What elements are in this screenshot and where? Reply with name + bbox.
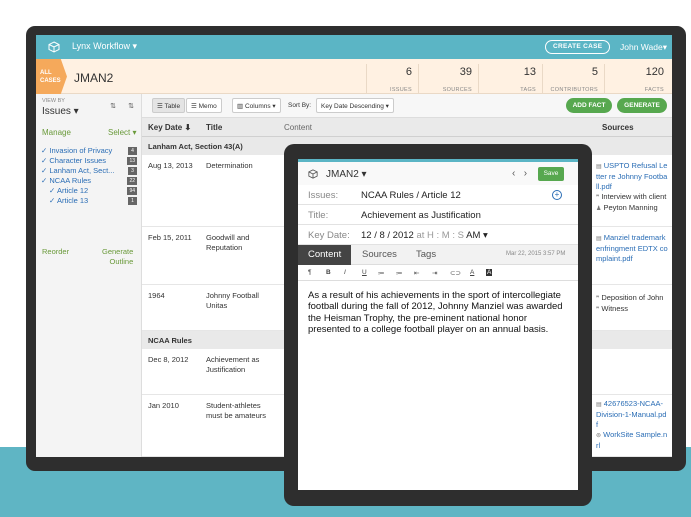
timestamp: Mar 22, 2015 3:57 PM xyxy=(506,251,566,257)
source-item[interactable]: ❞ Deposition of John xyxy=(596,293,668,304)
reorder-link[interactable]: Reorder xyxy=(42,247,69,256)
tab-content[interactable]: Content xyxy=(298,245,352,265)
document-icon: ▤ xyxy=(596,164,602,170)
cube-icon xyxy=(308,169,318,179)
top-bar: Lynx Workflow ▾ CREATE CASE John Wade▾ xyxy=(36,35,672,59)
source-link[interactable]: ⊚ WorkSite Sample.nrl xyxy=(596,430,668,451)
source-item[interactable]: ❞ Witness xyxy=(596,304,668,315)
document-icon: ▤ xyxy=(596,402,602,408)
save-button[interactable]: Save xyxy=(538,167,564,181)
italic-icon[interactable]: I xyxy=(344,269,346,276)
indent-icon[interactable]: ⇥ xyxy=(432,269,437,277)
generate-outline-link[interactable]: Generate Outline xyxy=(102,247,133,267)
case-bar: ALL CASES JMAN2 6 ISSUES 39 SOURCES 13 TAGS … xyxy=(36,59,672,94)
add-fact-button[interactable]: ADD FACT xyxy=(566,98,612,113)
quote-icon: ❞ xyxy=(596,195,600,201)
issue-lanham-act[interactable]: ✓ Lanham Act, Sect... 3 xyxy=(41,166,139,176)
person-icon: ♟ xyxy=(596,206,602,212)
key-date-field[interactable]: Key Date: 12 / 8 / 2012 at H : M : S AM ▾ xyxy=(298,225,578,245)
sources-cell: ❞ Deposition of John ❞ Witness xyxy=(596,293,668,315)
issue-article-12[interactable]: ✓ Article 12 94 xyxy=(41,186,139,196)
detail-header: JMAN2 ▾ ‹ › Save xyxy=(298,159,578,185)
sort-descending-icon[interactable]: ⇅ xyxy=(124,100,138,114)
source-link[interactable]: ▤ Manziel trademark enfringment EDTX com… xyxy=(596,233,668,264)
sources-cell: ▤ 42676523-NCAA-Division-1-Manual.pdf ⊚ … xyxy=(596,399,668,451)
text-color-icon[interactable]: A xyxy=(470,269,474,276)
stat-facts[interactable]: 120 FACTS xyxy=(604,64,670,94)
tab-sources[interactable]: Sources xyxy=(352,245,407,265)
prev-next: ‹ › xyxy=(512,168,527,179)
table-view-button[interactable]: ☰ Table xyxy=(152,98,186,113)
cube-logo-icon xyxy=(48,41,60,53)
detail-tabs: Content Sources Tags Mar 22, 2015 3:57 P… xyxy=(298,245,578,265)
issue-invasion-of-privacy[interactable]: ✓ Invasion of Privacy 4 xyxy=(41,146,139,156)
bold-icon[interactable]: B xyxy=(326,269,331,276)
key-date-column-header[interactable]: Key Date ⬇ xyxy=(148,123,191,132)
sort-by-label: Sort By: xyxy=(288,102,312,109)
source-link[interactable]: ▤ USPTO Refusal Letter re Johnny Footbal… xyxy=(596,161,668,192)
sort-by-select[interactable]: Key Date Descending ▾ xyxy=(316,98,394,113)
columns-menu[interactable]: ▥ Columns ▾ xyxy=(232,98,281,113)
source-link[interactable]: ▤ 42676523-NCAA-Division-1-Manual.pdf xyxy=(596,399,668,430)
source-item[interactable]: ❞ Interview with client xyxy=(596,192,668,203)
issue-ncaa-rules[interactable]: ✓ NCAA Rules 22 xyxy=(41,176,139,186)
stat-contributors[interactable]: 5 CONTRIBUTORS xyxy=(542,64,604,94)
generate-button[interactable]: GENERATE xyxy=(617,98,667,113)
select-menu[interactable]: Select ▾ xyxy=(108,128,136,137)
table-header: Key Date ⬇ Title Content Sources xyxy=(142,118,672,137)
issues-field[interactable]: Issues: NCAA Rules / Article 12 + xyxy=(298,185,578,205)
outdent-icon[interactable]: ⇤ xyxy=(414,269,419,277)
view-by-select[interactable]: Issues ▾ xyxy=(42,106,79,117)
link-icon: ⊚ xyxy=(596,433,602,439)
chevron-left-icon[interactable]: ‹ xyxy=(512,168,515,179)
content-editor[interactable]: As a result of his achievements in the s… xyxy=(308,290,570,335)
stat-tags[interactable]: 13 TAGS xyxy=(478,64,542,94)
numbered-list-icon[interactable]: ≔ xyxy=(396,269,403,277)
memo-view-button[interactable]: ☰ Memo xyxy=(186,98,222,113)
quote-icon: ❞ xyxy=(596,296,600,302)
title-column-header[interactable]: Title xyxy=(206,123,222,132)
toolbar: ☰ Table ☰ Memo ▥ Columns ▾ Sort By: Key … xyxy=(142,94,672,118)
source-item[interactable]: ♟ Peyton Manning xyxy=(596,203,668,214)
issue-article-13[interactable]: ✓ Article 13 1 xyxy=(41,196,139,206)
case-select[interactable]: JMAN2 ▾ xyxy=(326,169,367,180)
stat-issues[interactable]: 6 ISSUES xyxy=(366,64,418,94)
stat-sources[interactable]: 39 SOURCES xyxy=(418,64,478,94)
tab-tags[interactable]: Tags xyxy=(406,245,446,265)
content-column-header[interactable]: Content xyxy=(284,123,312,132)
workflow-menu[interactable]: Lynx Workflow ▾ xyxy=(72,41,137,52)
bullet-list-icon[interactable]: ≔ xyxy=(378,269,385,277)
fact-detail-panel: JMAN2 ▾ ‹ › Save Issues: NCAA Rules / Art… xyxy=(298,159,578,490)
format-toolbar: ¶ B I U ≔ ≔ ⇤ ⇥ ⊂⊃ A A xyxy=(298,265,578,281)
sidebar: VIEW BY Issues ▾ ⇅ ⇅ Manage Select ▾ ✓ I… xyxy=(36,94,142,457)
sources-cell: ▤ Manziel trademark enfringment EDTX com… xyxy=(596,233,668,264)
all-cases-button[interactable]: ALL CASES xyxy=(36,59,67,94)
sources-column-header[interactable]: Sources xyxy=(602,123,634,132)
chevron-right-icon[interactable]: › xyxy=(524,168,527,179)
sources-cell: ▤ USPTO Refusal Letter re Johnny Footbal… xyxy=(596,161,668,214)
paragraph-icon[interactable]: ¶ xyxy=(308,269,312,276)
quote-icon: ❞ xyxy=(596,307,600,313)
user-menu[interactable]: John Wade▾ xyxy=(620,42,667,53)
add-issue-icon[interactable]: + xyxy=(552,190,562,200)
create-case-button[interactable]: CREATE CASE xyxy=(545,40,611,54)
issue-character-issues[interactable]: ✓ Character Issues 13 xyxy=(41,156,139,166)
document-icon: ▤ xyxy=(596,236,602,242)
sort-ascending-icon[interactable]: ⇅ xyxy=(106,100,120,114)
link-icon[interactable]: ⊂⊃ xyxy=(450,269,461,277)
case-name: JMAN2 xyxy=(74,71,114,85)
title-field[interactable]: Title: Achievement as Justification xyxy=(298,205,578,225)
manage-link[interactable]: Manage xyxy=(42,128,71,137)
view-by-label: VIEW BY xyxy=(42,98,65,104)
underline-icon[interactable]: U xyxy=(362,269,367,276)
highlight-icon[interactable]: A xyxy=(486,269,493,276)
issue-tree: ✓ Invasion of Privacy 4 ✓ Character Issue… xyxy=(41,146,139,206)
